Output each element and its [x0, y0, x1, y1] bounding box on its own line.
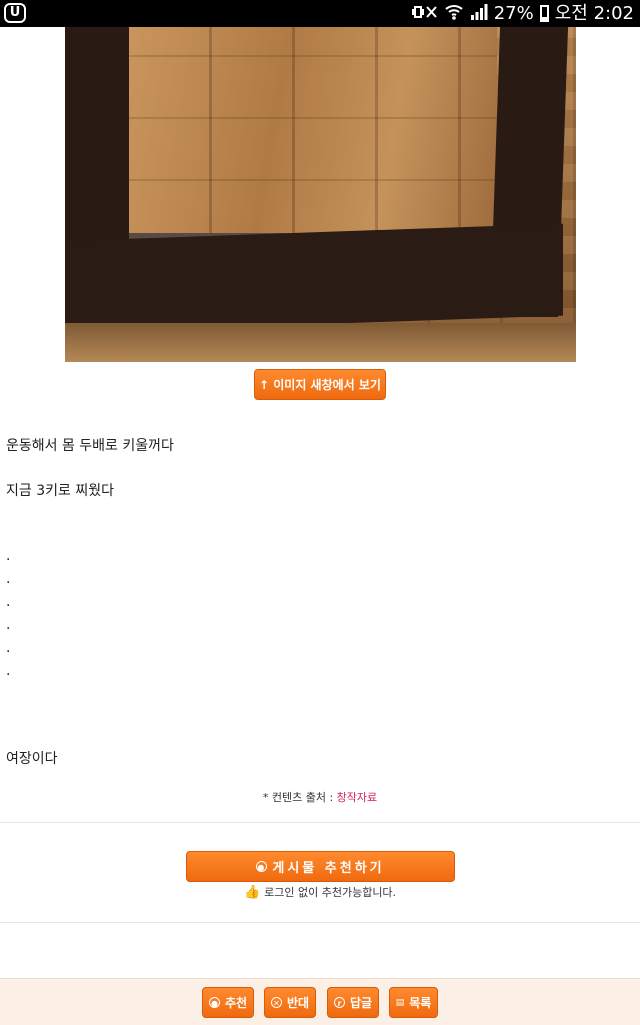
- post-line: .: [6, 663, 11, 679]
- mute-vibrate-icon: [411, 3, 438, 25]
- post-line: .: [6, 617, 11, 633]
- status-bar: U 27% 오전 2:02: [0, 0, 640, 27]
- reply-icon: r: [333, 997, 345, 1008]
- reply-button[interactable]: r 답글: [327, 987, 379, 1018]
- recommend-label: 추천: [224, 996, 248, 1010]
- post-image[interactable]: [65, 27, 576, 362]
- post-line: 여장이다: [6, 751, 58, 767]
- floor-shadow: [65, 323, 576, 362]
- battery-percent: 27%: [493, 3, 534, 24]
- recommend-button[interactable]: ● 추천: [202, 987, 254, 1018]
- app-logo-icon: U: [4, 3, 26, 23]
- recommend-icon: ●: [208, 997, 220, 1008]
- post-line: .: [6, 594, 11, 610]
- bottom-action-bar: ● 추천 ✕ 반대 r 답글 ▤ 목록: [0, 978, 640, 1025]
- recommend-note: 👍 로그인 없이 추천가능합니다.: [0, 884, 640, 900]
- thumbs-up-icon: 👍: [243, 884, 261, 900]
- wifi-icon: [444, 3, 464, 25]
- oppose-button[interactable]: ✕ 반대: [264, 987, 316, 1018]
- recommend-post-button[interactable]: ● 게시물 추천하기: [186, 851, 455, 882]
- divider: [0, 922, 640, 923]
- source-label: * 컨텐츠 출처 :: [262, 791, 334, 804]
- source-link[interactable]: 창작자료: [337, 791, 377, 804]
- signal-icon: [470, 3, 488, 25]
- recommend-post-label: 게시물 추천하기: [272, 861, 385, 876]
- post-line: 지금 3키로 찌웠다: [6, 483, 114, 499]
- recommend-note-text: 로그인 없이 추천가능합니다.: [264, 886, 397, 899]
- post-line: .: [6, 571, 11, 587]
- status-icons: 27% 오전 2:02: [411, 0, 634, 27]
- battery-icon: [539, 5, 549, 22]
- view-image-label: ↑ 이미지 새창에서 보기: [259, 378, 381, 392]
- mirror-frame-bottom: [65, 223, 563, 333]
- post-line: .: [6, 640, 11, 656]
- divider: [0, 822, 640, 823]
- recommend-icon: ●: [256, 861, 268, 872]
- reply-label: 답글: [349, 996, 373, 1010]
- oppose-icon: ✕: [270, 997, 282, 1008]
- view-image-new-window-button[interactable]: ↑ 이미지 새창에서 보기: [254, 369, 386, 400]
- post-line: 운동해서 몸 두배로 키울꺼다: [6, 438, 174, 454]
- post-line: .: [6, 548, 11, 564]
- oppose-label: 반대: [286, 996, 310, 1010]
- list-button[interactable]: ▤ 목록: [389, 987, 438, 1018]
- content-source: * 컨텐츠 출처 : 창작자료: [0, 789, 640, 805]
- list-label: 목록: [409, 996, 432, 1010]
- list-icon: ▤: [395, 997, 405, 1008]
- clock: 오전 2:02: [554, 3, 634, 24]
- mirror-reflection: [129, 27, 497, 241]
